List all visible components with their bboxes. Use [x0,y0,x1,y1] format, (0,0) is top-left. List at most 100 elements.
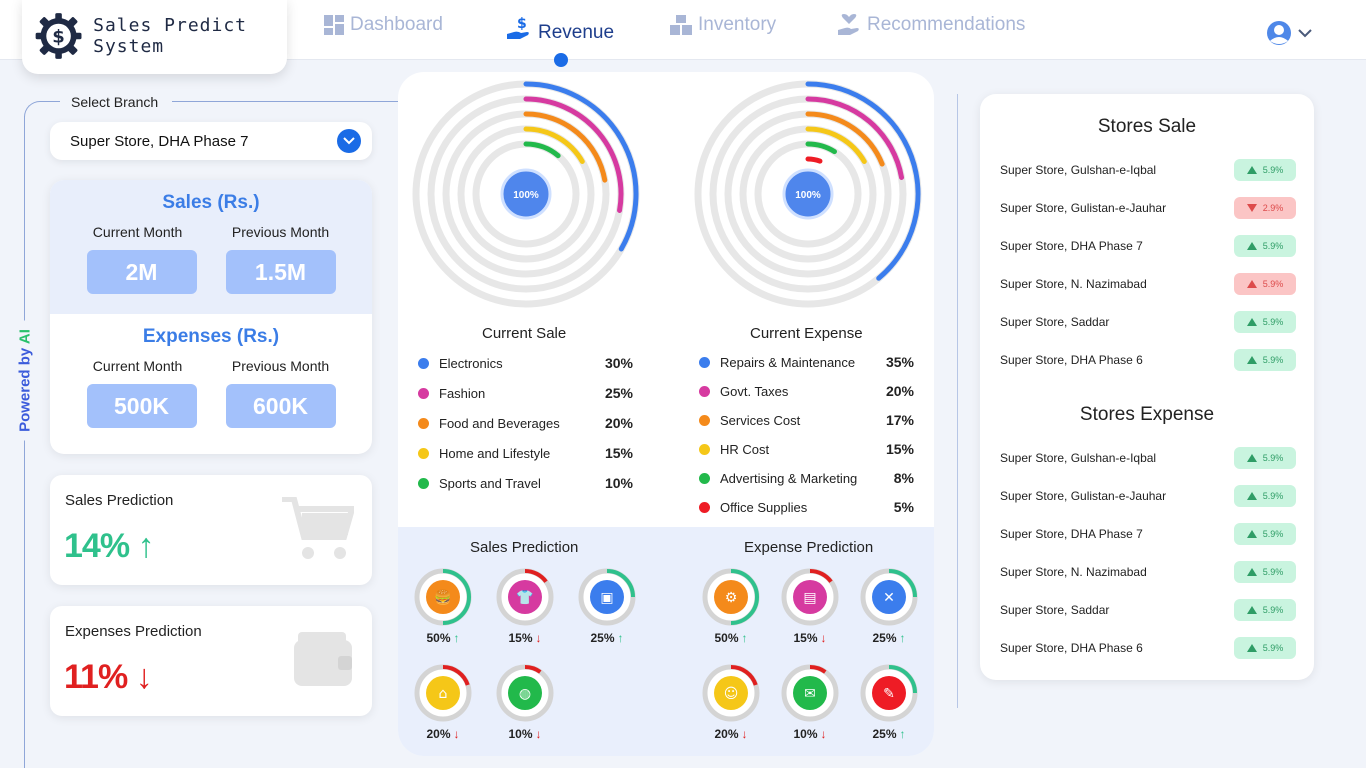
prediction-ring[interactable]: ✉ [780,663,840,723]
prediction-ring[interactable]: ☺ [701,663,761,723]
nav-recommendations[interactable]: Recommendations [837,14,1025,36]
select-branch-label: Select Branch [67,94,163,110]
arrow-up-icon: ↑ [137,527,155,565]
legend-dot [418,477,429,489]
store-name: Super Store, DHA Phase 6 [1000,641,1143,655]
store-row[interactable]: Super Store, Saddar 5.9% [1000,311,1296,333]
logo-card[interactable]: $ Sales Predict System [22,0,287,74]
legend-dot [418,387,429,399]
prediction-ring[interactable]: ⚙ [701,567,761,627]
change-badge: 5.9% [1234,159,1296,181]
change-value: 5.9% [1262,165,1284,175]
prediction-pct: 20% [426,727,451,741]
legend-value: 35% [885,354,914,370]
store-row[interactable]: Super Store, Gulistan-e-Jauhar 2.9% [1000,197,1296,219]
prediction-value: 15% ↓ [490,631,560,645]
store-row[interactable]: Super Store, Gulistan-e-Jauhar 5.9% [1000,485,1296,507]
legend-value: 20% [885,383,914,399]
sales-previous-value: 1.5M [225,250,336,294]
user-menu[interactable] [1266,20,1312,46]
nav-revenue[interactable]: $ Revenue [506,14,614,44]
arrow-up-icon: ↑ [899,727,906,741]
prediction-ring[interactable]: ✕ [859,567,919,627]
radial-arc [805,96,905,181]
nav-label: Inventory [698,14,777,35]
prediction-value: 10% ↓ [490,727,560,741]
expenses-current-value: 500K [86,384,197,428]
store-name: Super Store, Saddar [1000,603,1110,617]
prediction-pct: 20% [714,727,739,741]
sales-summary: Sales (Rs.) Current Month Previous Month… [50,180,372,314]
boxes-icon [670,15,692,35]
current-sale-radial-chart: 100% [412,80,640,308]
store-name: Super Store, DHA Phase 7 [1000,527,1143,541]
arrow-down-icon: ↓ [135,658,153,696]
triangle-up-icon [1246,644,1257,652]
legend-item: HR Cost [699,439,769,459]
change-badge: 5.9% [1234,599,1296,621]
store-row[interactable]: Super Store, DHA Phase 6 5.9% [1000,637,1296,659]
legend-item: Services Cost [699,410,800,430]
prediction-ring[interactable]: 👕 [495,567,555,627]
store-row[interactable]: Super Store, DHA Phase 7 5.9% [1000,235,1296,257]
stores-expense-title: Stores Expense [1079,404,1215,425]
powered-by-text: Powered by [16,347,34,432]
prediction-ring[interactable]: ▤ [780,567,840,627]
repair-icon: ⚙ [725,590,738,606]
store-row[interactable]: Super Store, N. Nazimabad 5.9% [1000,561,1296,583]
branch-select[interactable]: Super Store, DHA Phase 7 [50,122,372,160]
section-divider [957,94,958,708]
powered-by-ai: Powered by AI [16,320,34,441]
store-row[interactable]: Super Store, DHA Phase 7 5.9% [1000,523,1296,545]
prediction-ring[interactable]: 🍔 [413,567,473,627]
marketing-icon: ✉ [804,686,816,702]
chevron-down-icon [343,137,355,145]
prediction-pct: 10% [508,727,533,741]
store-row[interactable]: Super Store, N. Nazimabad 5.9% [1000,273,1296,295]
prediction-area: Sales Prediction Expense Prediction 🍔 50%… [398,527,934,756]
legend-item: Office Supplies [699,497,807,517]
legend-dot [418,417,429,429]
store-row[interactable]: Super Store, DHA Phase 6 5.9% [1000,349,1296,371]
change-value: 5.9% [1262,453,1284,463]
dropdown-button[interactable] [337,129,361,153]
legend-value: 8% [893,470,914,486]
radial-arc [805,156,823,164]
legend-label: Govt. Taxes [720,383,789,399]
triangle-up-icon [1246,606,1257,614]
current-sale-label: Current Sale [482,325,567,342]
prediction-ring[interactable]: ▣ [577,567,637,627]
change-badge: 5.9% [1234,561,1296,583]
store-name: Super Store, N. Nazimabad [1000,277,1147,291]
change-value: 5.9% [1262,491,1284,501]
current-expense-label: Current Expense [750,325,863,342]
sales-current-value: 2M [86,250,197,294]
legend-value: 17% [885,412,914,428]
prediction-pct: 50% [426,631,451,645]
store-row[interactable]: Super Store, Saddar 5.9% [1000,599,1296,621]
nav-dashboard[interactable]: Dashboard [324,14,443,36]
prediction-ring[interactable]: ⌂ [413,663,473,723]
legend-item: Sports and Travel [418,473,541,493]
prediction-ring[interactable]: ◍ [495,663,555,723]
prediction-pct: 25% [872,727,897,741]
legend-dot [699,414,710,426]
legend-value: 25% [604,385,633,401]
legend-item: Advertising & Marketing [699,468,857,488]
arrow-up-icon: ↑ [899,631,906,645]
sales-title: Sales (Rs.) [162,192,260,213]
change-value: 2.9% [1262,203,1284,213]
store-row[interactable]: Super Store, Gulshan-e-Iqbal 5.9% [1000,159,1296,181]
triangle-up-icon [1246,280,1257,288]
store-row[interactable]: Super Store, Gulshan-e-Iqbal 5.9% [1000,447,1296,469]
change-value: 5.9% [1262,355,1284,365]
nav-inventory[interactable]: Inventory [670,14,776,36]
summary-card: Sales (Rs.) Current Month Previous Month… [50,180,372,454]
branch-divider [172,101,398,102]
store-name: Super Store, N. Nazimabad [1000,565,1147,579]
svg-text:$: $ [517,16,527,32]
home-icon: ⌂ [439,686,448,702]
prediction-value: 20% ↓ [696,727,766,741]
legend-item: Repairs & Maintenance [699,352,855,372]
prediction-ring[interactable]: ✎ [859,663,919,723]
